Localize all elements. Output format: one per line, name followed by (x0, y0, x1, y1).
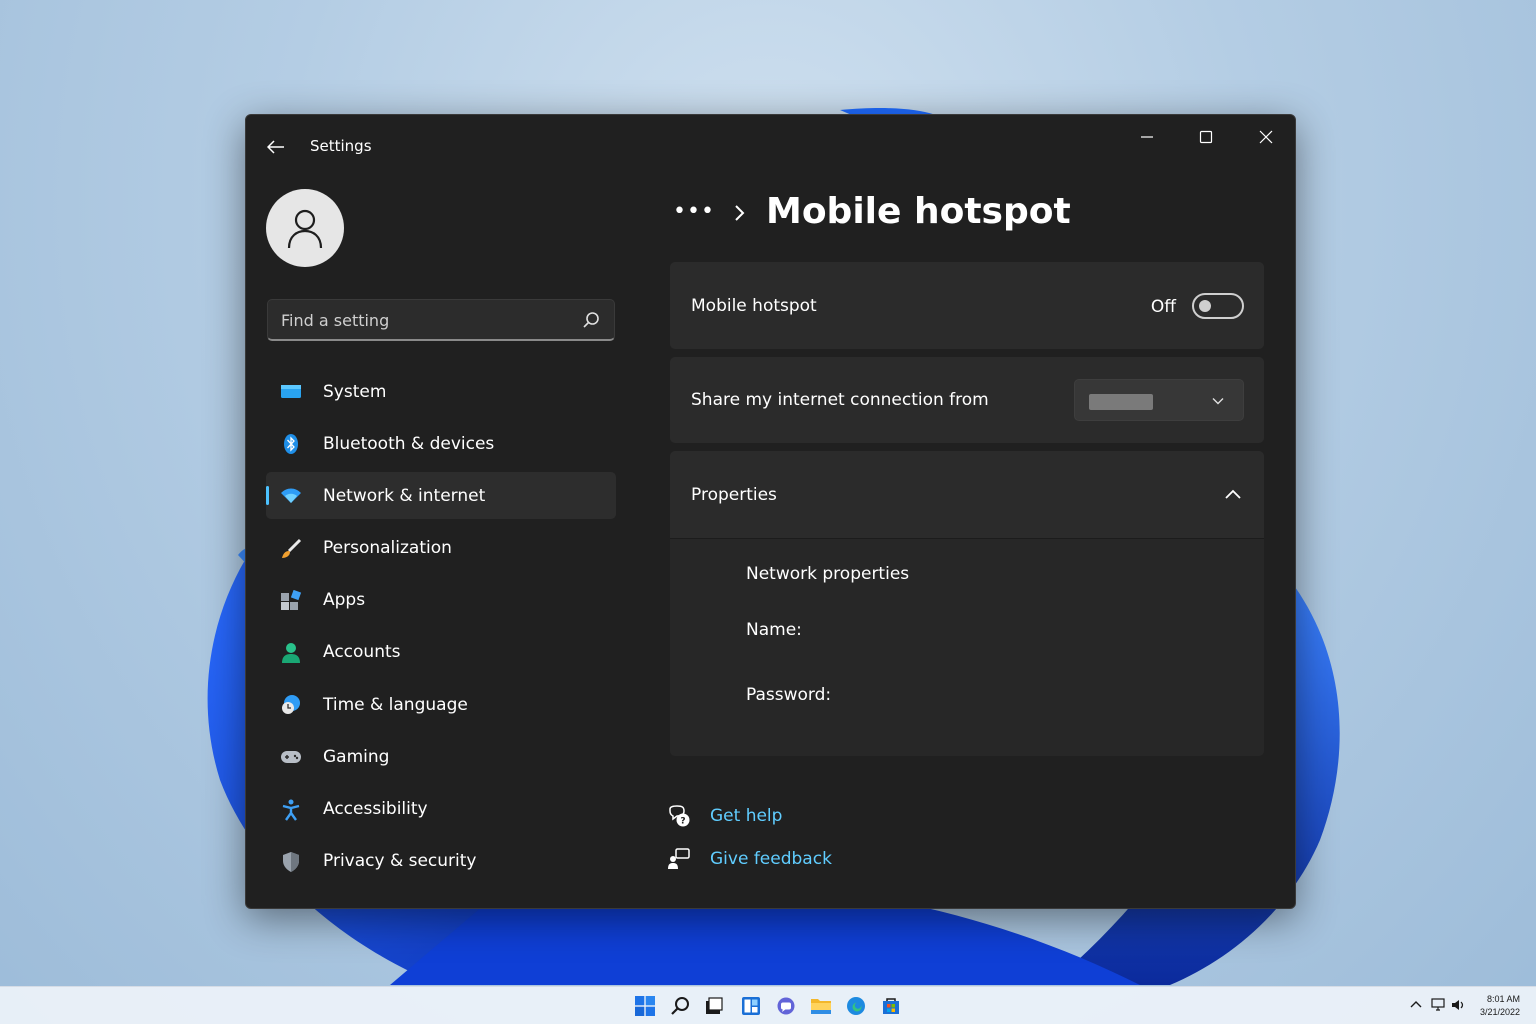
sidebar-item-network[interactable]: Network & internet (266, 472, 616, 520)
get-help-link[interactable]: Get help (710, 806, 782, 826)
give-feedback-row: Give feedback (666, 846, 832, 872)
bluetooth-icon (280, 433, 302, 455)
sidebar-item-label: Gaming (323, 746, 390, 767)
gamepad-icon (280, 746, 302, 768)
mobile-hotspot-label: Mobile hotspot (691, 296, 817, 316)
search-icon[interactable] (669, 995, 691, 1017)
sidebar-item-label: System (323, 381, 387, 402)
get-help-row: ? Get help (666, 803, 782, 829)
search-input[interactable] (268, 300, 568, 340)
sidebar-item-label: Accounts (323, 642, 401, 663)
clock-time: 8:01 AM (1486, 994, 1520, 1004)
sidebar-item-apps[interactable]: Apps (266, 577, 616, 624)
network-status-icon[interactable] (1430, 997, 1446, 1013)
sidebar-item-privacy-security[interactable]: Privacy & security (266, 838, 616, 885)
sidebar-item-time-language[interactable]: Time & language (266, 681, 616, 728)
mobile-hotspot-card: Mobile hotspot Off (670, 262, 1264, 349)
user-avatar[interactable] (266, 189, 344, 267)
chevron-down-icon (1212, 398, 1224, 405)
sidebar-item-label: Network & internet (323, 485, 486, 506)
wifi-icon (280, 485, 302, 507)
svg-text:?: ? (680, 817, 685, 827)
share-connection-card: Share my internet connection from (670, 357, 1264, 443)
windows-start-icon[interactable] (634, 995, 656, 1017)
chevron-up-icon[interactable] (1408, 997, 1424, 1013)
sidebar-item-bluetooth[interactable]: Bluetooth & devices (266, 420, 616, 467)
page-title: Mobile hotspot (766, 191, 1071, 232)
maximize-button[interactable] (1183, 121, 1229, 153)
sidebar-item-label: Personalization (323, 538, 452, 559)
give-feedback-link[interactable]: Give feedback (710, 849, 832, 869)
search-box (267, 299, 615, 341)
sidebar-item-label: Bluetooth & devices (323, 433, 495, 454)
back-button[interactable] (262, 133, 290, 161)
password-label: Password: (746, 685, 832, 705)
file-explorer-icon[interactable] (810, 995, 832, 1017)
feedback-icon (666, 846, 692, 872)
properties-details: Network properties Name: Password: (670, 538, 1264, 756)
sidebar-item-gaming[interactable]: Gaming (266, 733, 616, 780)
title-bar: Settings (246, 115, 1295, 171)
accessibility-icon (280, 799, 302, 821)
shield-icon (280, 851, 302, 873)
taskbar: 8:01 AM 3/21/2022 (0, 986, 1536, 1024)
settings-window: Settings System (245, 114, 1296, 909)
clock-globe-icon (280, 694, 302, 716)
toggle-knob (1199, 300, 1211, 312)
toggle-state-text: Off (1150, 297, 1176, 317)
app-title: Settings (310, 137, 372, 155)
properties-card[interactable]: Properties (670, 451, 1264, 538)
taskbar-clock[interactable]: 8:01 AM 3/21/2022 (1480, 993, 1520, 1019)
store-icon[interactable] (880, 995, 902, 1017)
dropdown-redacted-value (1089, 394, 1153, 410)
maximize-icon (1199, 130, 1213, 144)
clock-date: 3/21/2022 (1479, 1007, 1520, 1017)
minimize-icon (1141, 136, 1153, 138)
chevron-right-icon (735, 205, 745, 221)
close-icon (1259, 130, 1273, 144)
breadcrumb-overflow-button[interactable]: ••• (673, 199, 715, 224)
name-label: Name: (746, 620, 802, 640)
minimize-button[interactable] (1124, 121, 1170, 153)
help-chat-icon: ? (666, 803, 692, 829)
sidebar-item-accounts[interactable]: Accounts (266, 629, 616, 676)
monitor-icon (280, 381, 302, 403)
sidebar-item-personalization[interactable]: Personalization (266, 525, 616, 572)
sidebar-nav: System Bluetooth & devices Network & int… (266, 368, 616, 890)
share-connection-label: Share my internet connection from (691, 390, 989, 410)
search-icon[interactable] (582, 311, 600, 329)
close-button[interactable] (1243, 121, 1289, 153)
chevron-up-icon[interactable] (1224, 486, 1242, 502)
sidebar-item-system[interactable]: System (266, 368, 616, 415)
sidebar-item-label: Time & language (323, 694, 468, 715)
edge-icon[interactable] (845, 995, 867, 1017)
sidebar-item-accessibility[interactable]: Accessibility (266, 786, 616, 833)
task-view-icon[interactable] (703, 995, 725, 1017)
brush-icon (280, 538, 302, 560)
person-icon (287, 209, 323, 249)
volume-icon[interactable] (1450, 997, 1466, 1013)
person-icon (280, 642, 302, 664)
apps-icon (280, 589, 302, 612)
mobile-hotspot-toggle[interactable] (1192, 293, 1244, 319)
back-arrow-icon (267, 140, 284, 154)
properties-label: Properties (691, 485, 777, 505)
sidebar-item-label: Accessibility (323, 799, 428, 819)
share-connection-dropdown[interactable] (1074, 379, 1244, 421)
sidebar-item-label: Privacy & security (323, 851, 477, 872)
teams-chat-icon[interactable] (775, 995, 797, 1017)
sidebar-item-label: Apps (323, 590, 366, 611)
widgets-icon[interactable] (740, 995, 762, 1017)
network-properties-heading: Network properties (746, 564, 910, 584)
